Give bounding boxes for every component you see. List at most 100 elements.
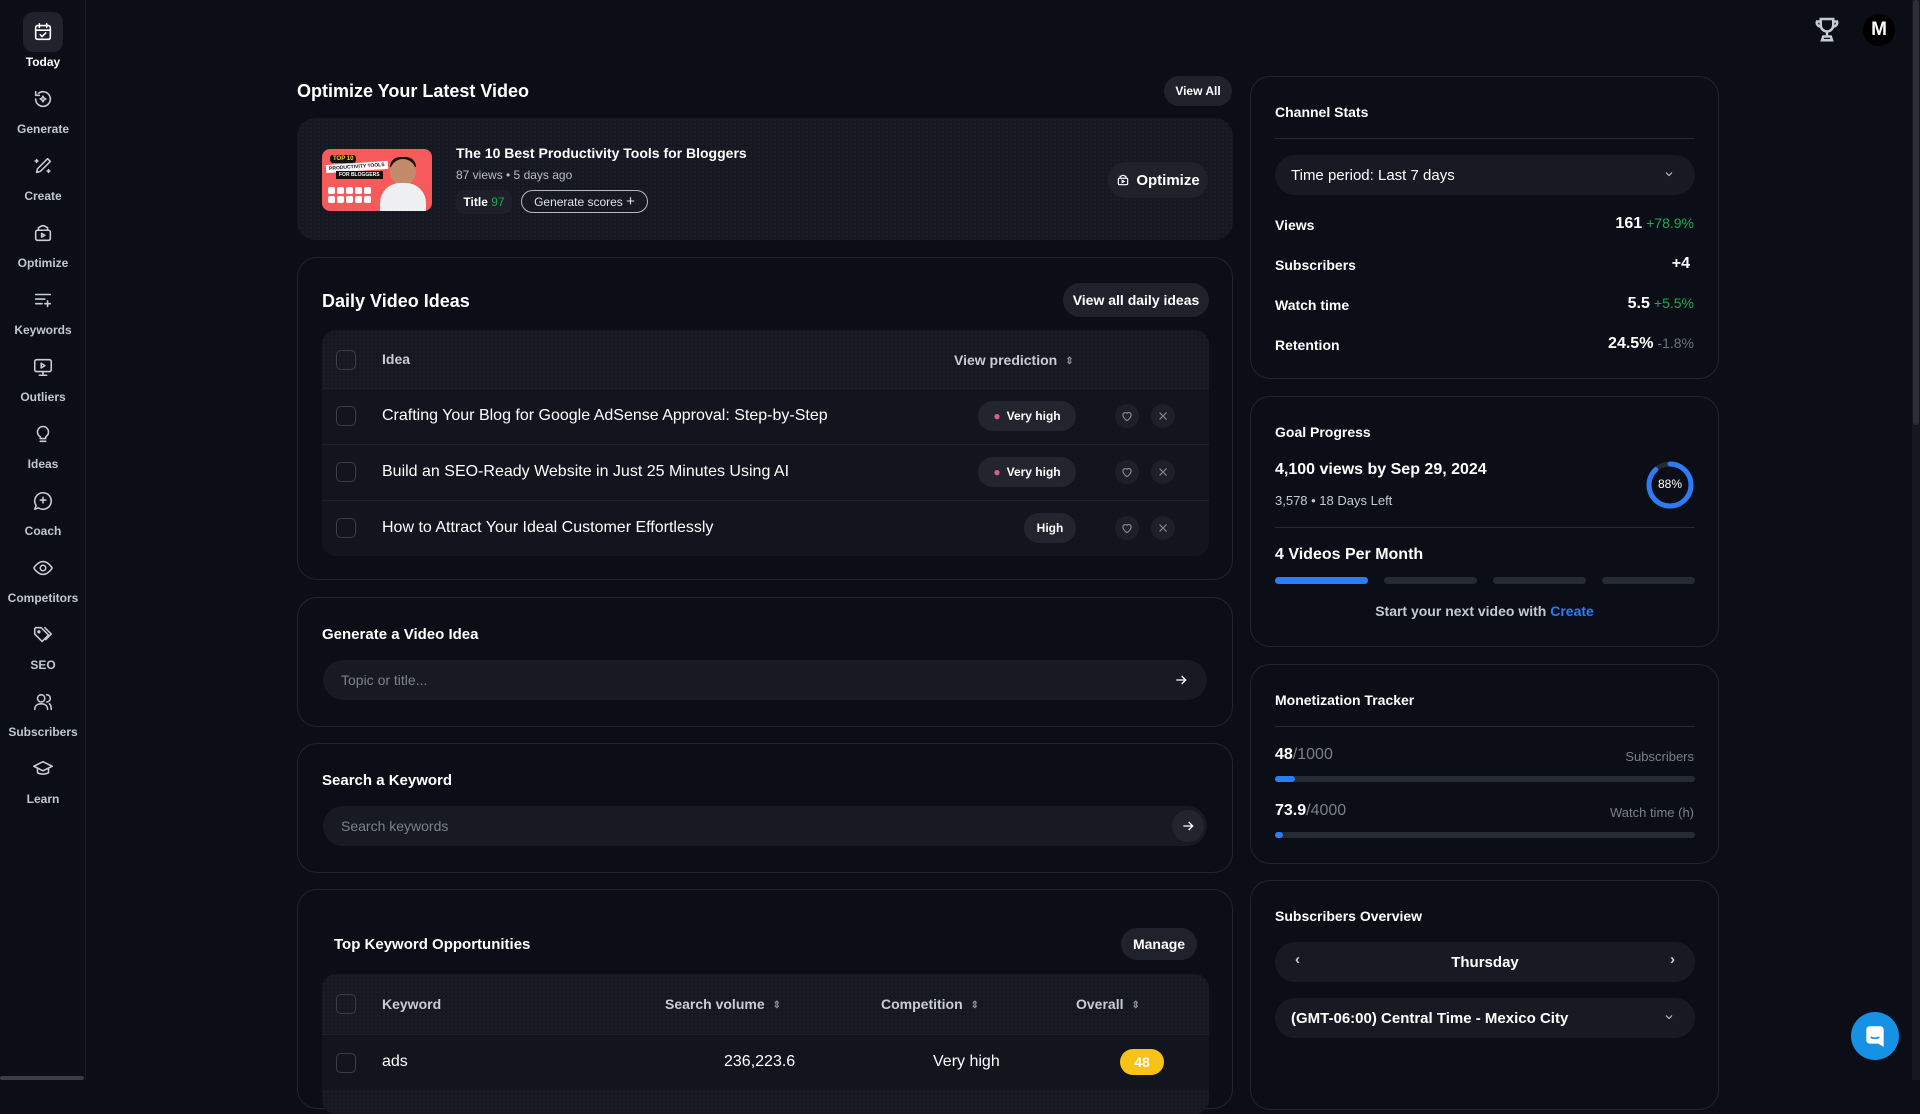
generate-submit-button[interactable] [1165,664,1197,696]
timezone-select[interactable]: (GMT-06:00) Central Time - Mexico City [1275,998,1695,1038]
divider [1275,726,1695,727]
video-box-icon [23,213,63,253]
heart-icon [1122,468,1132,478]
optimize-label: Optimize [1136,171,1200,189]
watch-progress-value: 73.9/4000 [1275,802,1346,820]
row-checkbox[interactable] [336,406,356,426]
chat-support-button[interactable] [1851,1012,1899,1060]
thumbnail-text: FOR BLOGGERS [336,171,383,179]
topic-input[interactable] [323,660,1207,700]
watch-current: 73.9 [1275,802,1307,819]
daily-ideas-heading: Daily Video Ideas [322,291,470,311]
idea-text[interactable]: Crafting Your Blog for Google AdSense Ap… [382,407,828,425]
video-title[interactable]: The 10 Best Productivity Tools for Blogg… [456,145,747,161]
prediction-badge: ● Very high [978,401,1076,431]
competition-value: Very high [933,1053,1000,1070]
videos-per-month-heading: 4 Videos Per Month [1275,546,1424,563]
select-all-checkbox[interactable] [336,994,356,1014]
trophy-icon[interactable] [1812,14,1842,44]
idea-text[interactable]: Build an SEO-Ready Website in Just 25 Mi… [382,463,789,481]
like-button[interactable] [1115,404,1139,428]
optimize-button[interactable]: Optimize [1108,162,1208,198]
select-all-checkbox[interactable] [336,350,356,370]
sidebar-item-label: Subscribers [8,725,78,739]
calendar-check-icon [23,12,63,52]
avatar[interactable]: M [1863,14,1895,46]
view-all-button[interactable]: View All [1164,76,1232,106]
chevron-right-icon[interactable]: › [1670,951,1675,968]
stat-value: 5.5 [1627,295,1650,312]
dismiss-button[interactable] [1151,516,1175,540]
sidebar-item-outliers[interactable]: Outliers [0,347,86,411]
title-score-label: Title [463,195,488,209]
subs-progress-fill [1275,776,1296,782]
sidebar-item-create[interactable]: Create [0,146,86,210]
view-all-daily-ideas-button[interactable]: View all daily ideas [1063,283,1209,317]
sidebar-item-generate[interactable]: Generate [0,79,86,143]
sidebar-item-label: Learn [26,792,60,806]
keyword-search-input[interactable] [323,806,1207,846]
sidebar-item-label: Create [24,189,62,203]
column-header-competition[interactable]: Competition ⇕ [881,996,979,1012]
chevron-left-icon[interactable]: ‹ [1295,951,1300,968]
heart-icon [1122,524,1132,534]
subs-progress-bar [1275,776,1695,782]
sidebar-item-subscribers[interactable]: Subscribers [0,682,86,746]
subs-label: Subscribers [1625,749,1694,764]
idea-text[interactable]: How to Attract Your Ideal Customer Effor… [382,519,713,537]
sidebar-item-keywords[interactable]: Keywords [0,280,86,344]
title-score-badge: Title 97 [456,190,512,214]
dismiss-button[interactable] [1151,460,1175,484]
chevron-down-icon [1663,1010,1675,1022]
avatar-letter: M [1871,19,1887,40]
video-thumbnail[interactable]: TOP 10 PRODUCTIVITY TOOLS FOR BLOGGERS [322,149,432,211]
sidebar-item-coach[interactable]: Coach [0,481,86,545]
sidebar-item-competitors[interactable]: Competitors [0,548,86,612]
manage-button[interactable]: Manage [1121,928,1197,960]
sidebar-item-learn[interactable]: Learn [0,749,86,813]
goal-target: 4,100 views by Sep 29, 2024 [1275,461,1487,478]
like-button[interactable] [1115,516,1139,540]
column-header-overall[interactable]: Overall ⇕ [1076,996,1140,1012]
sort-icon: ⇕ [970,1000,980,1011]
sort-icon: ⇕ [1065,356,1074,367]
lightbulb-icon [23,414,63,454]
time-period-select[interactable]: Time period: Last 7 days [1275,155,1695,195]
keyword-opportunities-heading: Top Keyword Opportunities [334,936,531,953]
overall-header-label: Overall [1076,996,1124,1012]
stat-watch-time-value: 5.5 +5.5% [1628,295,1694,313]
sidebar-item-label: Coach [24,524,62,538]
search-keyword-heading: Search a Keyword [322,772,453,789]
table-row: ads 236,223.6 Very high 48 [322,1034,1209,1090]
users-icon [23,682,63,722]
table-row: How to Attract Your Ideal Customer Effor… [322,500,1209,556]
like-button[interactable] [1115,460,1139,484]
row-checkbox[interactable] [336,1053,356,1073]
timezone-value: (GMT-06:00) Central Time - Mexico City [1291,1009,1569,1027]
title-score-value: 97 [491,195,505,209]
stat-label: Retention [1275,337,1340,353]
video-progress-segment [1602,577,1695,584]
column-header-prediction[interactable]: View prediction ⇕ [954,352,1074,368]
dismiss-button[interactable] [1151,404,1175,428]
keyword-search-submit-button[interactable] [1172,810,1204,842]
row-checkbox[interactable] [336,462,356,482]
plus-icon: + [626,193,635,210]
generate-scores-button[interactable]: Generate scores + [521,190,648,213]
page-scrollbar-thumb[interactable] [1913,0,1919,425]
sidebar-item-ideas[interactable]: Ideas [0,414,86,478]
overall-score-badge: 48 [1120,1049,1164,1075]
sidebar-scrollbar[interactable] [0,1076,84,1080]
create-link[interactable]: Create [1550,603,1594,619]
video-progress-segment [1275,577,1368,584]
column-header-search-volume[interactable]: Search volume ⇕ [665,996,781,1012]
sidebar-item-optimize[interactable]: Optimize [0,213,86,277]
heart-icon [1122,412,1132,422]
keyword-text[interactable]: ads [382,1053,408,1071]
sidebar-item-today[interactable]: Today [0,12,86,76]
sidebar-item-seo[interactable]: SEO [0,615,86,679]
row-checkbox[interactable] [336,518,356,538]
search-volume-header-label: Search volume [665,996,765,1012]
create-cta: Start your next video with Create [1250,603,1719,619]
sidebar-item-label: SEO [30,658,56,672]
